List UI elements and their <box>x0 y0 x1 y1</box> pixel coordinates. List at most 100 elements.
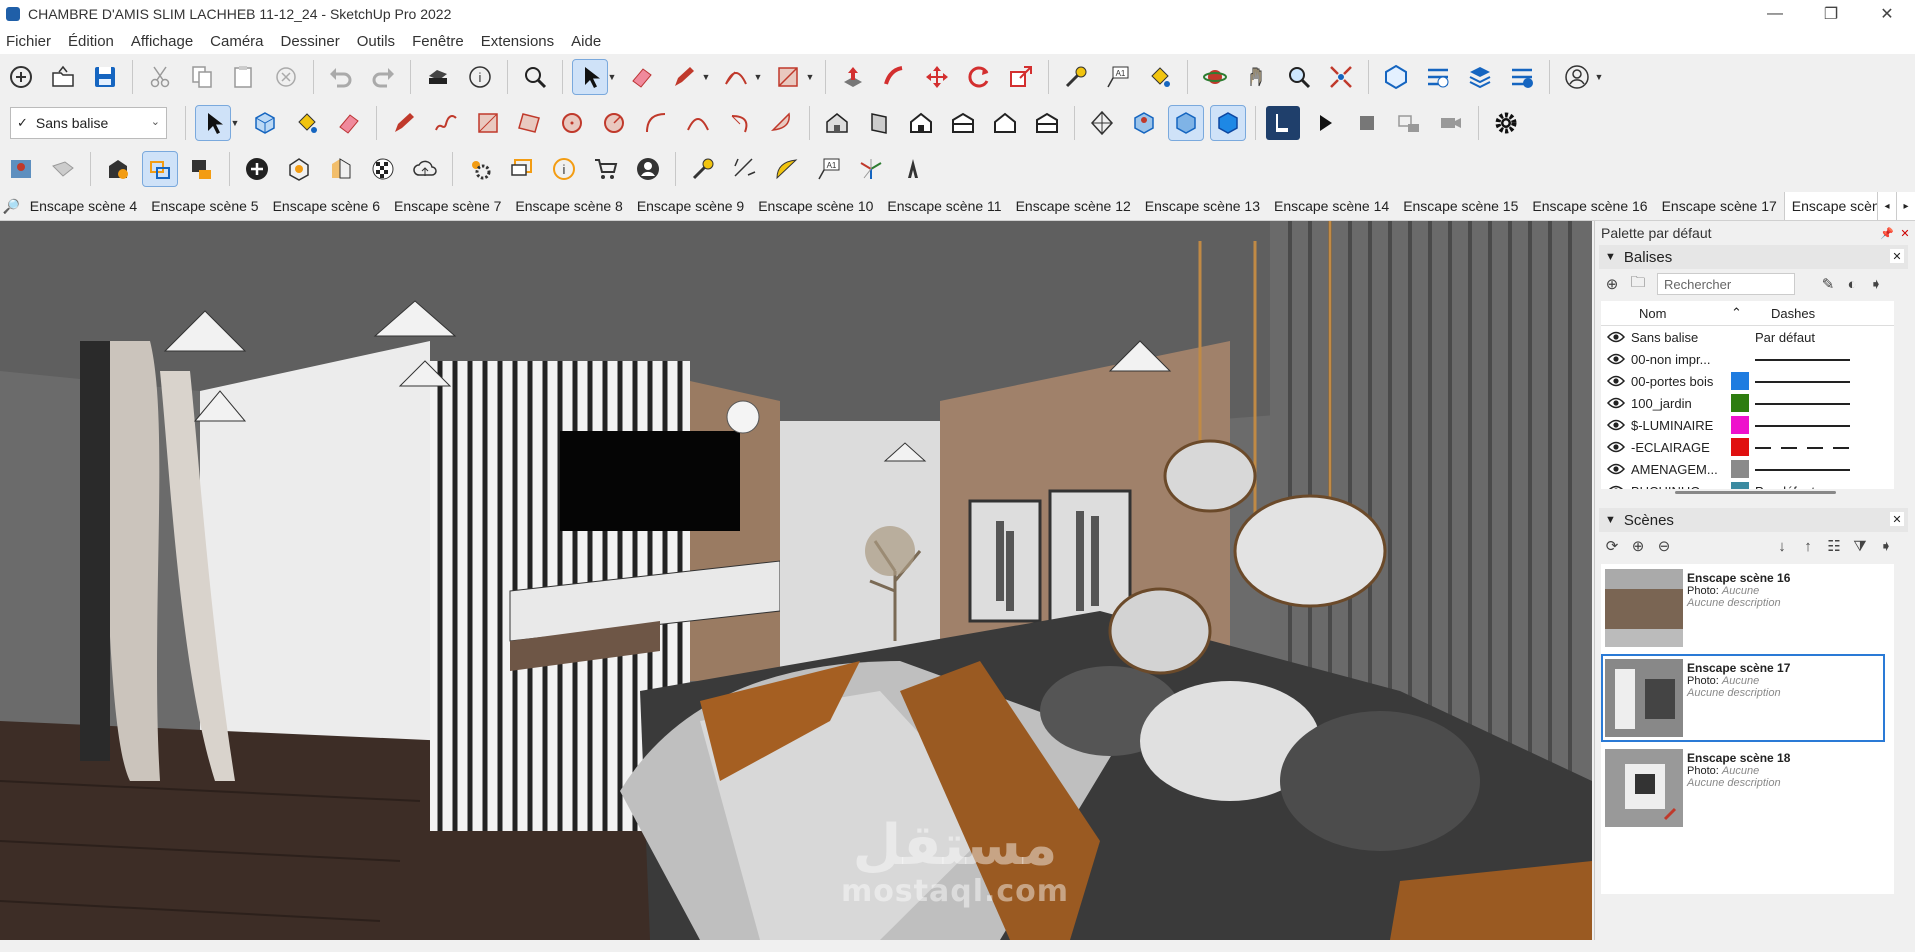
follow-me-icon[interactable] <box>878 60 912 94</box>
col-dashes-header[interactable]: Dashes <box>1771 306 1815 321</box>
visibility-eye-icon[interactable] <box>1601 331 1631 343</box>
scene-item-selected[interactable]: Enscape scène 17 Photo: Aucune Aucune de… <box>1601 654 1885 742</box>
back-view-icon[interactable] <box>988 106 1022 140</box>
tag-color-swatch[interactable] <box>1731 350 1749 368</box>
freehand-icon[interactable] <box>429 106 463 140</box>
tag-color-swatch[interactable] <box>1731 394 1749 412</box>
rectangle-icon[interactable] <box>471 106 505 140</box>
select-chevron-down-icon[interactable]: ▼ <box>230 106 240 140</box>
rotate-icon[interactable] <box>962 60 996 94</box>
tab-next-arrow-icon[interactable]: ▸ <box>1896 192 1915 220</box>
zoom-extents-icon[interactable] <box>1324 60 1358 94</box>
tag-dash-style[interactable] <box>1755 446 1894 449</box>
tag-name[interactable]: BUCHINHO <box>1631 484 1731 490</box>
tag-details-arrow-icon[interactable]: ➧ <box>1865 273 1887 295</box>
add-icon[interactable] <box>240 152 274 186</box>
scene-details-arrow-icon[interactable]: ➧ <box>1875 535 1897 557</box>
scene-item[interactable]: Enscape scène 18 Photo: Aucune Aucune de… <box>1603 746 1883 830</box>
user-icon[interactable] <box>631 152 665 186</box>
zoom-icon[interactable] <box>1282 60 1316 94</box>
visibility-eye-icon[interactable] <box>1601 419 1631 431</box>
wireframe-icon[interactable] <box>1210 105 1246 141</box>
geo-location-icon[interactable] <box>4 152 38 186</box>
add-tag-folder-icon[interactable]: 🗀 <box>1627 273 1649 295</box>
move-scene-down-icon[interactable]: ↓ <box>1771 535 1793 557</box>
close-tray-icon[interactable]: ✕ <box>1898 226 1912 240</box>
open-folder-icon[interactable] <box>46 60 80 94</box>
tag-name[interactable]: 00-non impr... <box>1631 352 1731 367</box>
upload-icon[interactable] <box>408 152 442 186</box>
close-window-button[interactable]: ✕ <box>1859 0 1915 28</box>
menu-aide[interactable]: Aide <box>571 33 601 50</box>
tag-dash-style[interactable]: Par défaut <box>1755 484 1894 490</box>
video-icon[interactable] <box>185 152 219 186</box>
eraser-icon[interactable] <box>332 106 366 140</box>
menu-fichier[interactable]: Fichier <box>6 33 51 50</box>
warehouse-icon[interactable] <box>1379 60 1413 94</box>
copy-icon[interactable] <box>185 60 219 94</box>
right-view-icon[interactable] <box>946 106 980 140</box>
rectangle-dropdown-chevron-down-icon[interactable]: ▼ <box>805 60 815 94</box>
tag-name[interactable]: -ECLAIRAGE <box>1631 440 1731 455</box>
account-chevron-down-icon[interactable]: ▼ <box>1594 60 1604 94</box>
protractor-icon[interactable] <box>770 152 804 186</box>
tag-search-input[interactable]: Rechercher <box>1657 273 1795 295</box>
tags-tray-header[interactable]: ▼ Balises ✕ <box>1599 245 1908 269</box>
scene-tab[interactable]: Enscape scène 16 <box>1525 192 1654 220</box>
add-location-icon[interactable] <box>101 152 135 186</box>
cut-icon[interactable] <box>143 60 177 94</box>
scene-tab[interactable]: Enscape scène 11 <box>880 192 1008 220</box>
tag-name[interactable]: 00-portes bois <box>1631 374 1731 389</box>
add-tag-icon[interactable]: ⊕ <box>1601 273 1623 295</box>
settings-gear-icon[interactable] <box>1489 106 1523 140</box>
visibility-eye-icon[interactable] <box>1601 485 1631 489</box>
enscape-logo-icon[interactable] <box>1266 106 1300 140</box>
axes-icon[interactable] <box>854 152 888 186</box>
save-icon[interactable] <box>88 60 122 94</box>
comment-icon[interactable] <box>505 152 539 186</box>
restore-button[interactable]: ❐ <box>1803 0 1859 28</box>
sandbox-icon[interactable] <box>46 152 80 186</box>
back-edges-icon[interactable] <box>1168 105 1204 141</box>
tag-name[interactable]: $-LUMINAIRE <box>1631 418 1731 433</box>
scene-tab[interactable]: Enscape scène 13 <box>1138 192 1267 220</box>
iso-view-icon[interactable] <box>820 106 854 140</box>
tag-color-swatch[interactable] <box>1731 328 1749 346</box>
model-info-icon[interactable]: i <box>463 60 497 94</box>
tape-measure-icon[interactable] <box>1059 60 1093 94</box>
tag-row[interactable]: AMENAGEM... <box>1601 458 1894 480</box>
pencil-icon[interactable] <box>667 60 701 94</box>
circle-icon[interactable] <box>555 106 589 140</box>
tab-prev-arrow-icon[interactable]: ◂ <box>1877 192 1896 220</box>
extension-warehouse-icon[interactable] <box>1421 60 1455 94</box>
dimension-icon[interactable] <box>728 152 762 186</box>
info-icon[interactable]: i <box>547 152 581 186</box>
scene-item[interactable]: Enscape scène 16 Photo: Aucune Aucune de… <box>1603 566 1883 650</box>
view-sync-icon[interactable] <box>142 151 178 187</box>
tag-dash-style[interactable] <box>1755 358 1894 361</box>
polygon-icon[interactable] <box>597 106 631 140</box>
active-tag-dropdown[interactable]: ✓ Sans balise ⌄ <box>10 107 167 139</box>
scene-tab[interactable]: Enscape scène 10 <box>751 192 880 220</box>
scenes-tray-header[interactable]: ▼ Scènes ✕ <box>1599 508 1908 532</box>
arc-dropdown-chevron-down-icon[interactable]: ▼ <box>753 60 763 94</box>
tag-dash-style[interactable] <box>1755 468 1894 471</box>
scene-tab[interactable]: Enscape scène 6 <box>266 192 387 220</box>
scene-tab[interactable]: Enscape scène 14 <box>1267 192 1396 220</box>
scene-tab[interactable]: Enscape scène 4 <box>23 192 144 220</box>
sort-ascending-icon[interactable]: ⌃ <box>1731 305 1771 321</box>
layout-icon[interactable] <box>1463 60 1497 94</box>
tag-name[interactable]: AMENAGEM... <box>1631 462 1731 477</box>
tag-dash-style[interactable] <box>1755 402 1894 405</box>
print-icon[interactable] <box>421 60 455 94</box>
tags-hscrollbar[interactable] <box>1675 491 1836 494</box>
paste-icon[interactable] <box>227 60 261 94</box>
tag-name[interactable]: Sans balise <box>1631 330 1731 345</box>
tag-dash-style[interactable] <box>1755 380 1894 383</box>
top-view-icon[interactable] <box>862 106 896 140</box>
tag-row[interactable]: $-LUMINAIRE <box>1601 414 1894 436</box>
front-view-icon[interactable] <box>904 106 938 140</box>
tag-row[interactable]: 100_jardin <box>1601 392 1894 414</box>
zoom-extents-icon[interactable] <box>518 60 552 94</box>
two-point-arc-icon[interactable] <box>681 106 715 140</box>
